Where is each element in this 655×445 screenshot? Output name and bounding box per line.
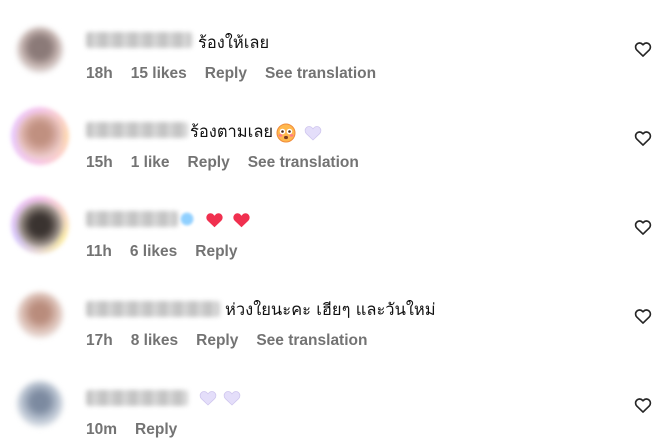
heart-outline-icon[interactable] xyxy=(633,395,653,415)
like-count[interactable]: 1 like xyxy=(131,154,170,172)
comment-text: ห่วงใยนะคะ เฮียๆ และวันใหม่ xyxy=(225,300,436,319)
comment-meta: 17h 8 likes Reply See translation xyxy=(86,332,385,350)
username-blurred[interactable] xyxy=(86,122,188,138)
heart-outline-icon[interactable] xyxy=(633,306,653,326)
comment-3: 11h 6 likes Reply xyxy=(0,178,655,267)
see-translation-link[interactable]: See translation xyxy=(256,332,367,350)
avatar[interactable] xyxy=(17,27,63,73)
red-heart-emoji xyxy=(206,213,223,228)
like-count[interactable]: 8 likes xyxy=(131,332,178,350)
comment-meta: 15h 1 like Reply See translation xyxy=(86,154,377,172)
username-blurred[interactable] xyxy=(86,390,188,406)
comment-time: 15h xyxy=(86,154,113,171)
reply-button[interactable]: Reply xyxy=(135,421,177,439)
like-count[interactable]: 6 likes xyxy=(130,243,177,261)
comment-text: ร้องตามเลย xyxy=(190,122,274,141)
comment-time: 18h xyxy=(86,65,113,82)
comment-meta: 10m Reply xyxy=(86,421,195,439)
comment-text: ร้องให้เลย xyxy=(198,33,270,52)
reply-button[interactable]: Reply xyxy=(188,154,230,172)
comment-text-line xyxy=(196,387,241,406)
white-heart-emoji xyxy=(304,126,322,141)
comment-time: 17h xyxy=(86,332,113,349)
avatar[interactable] xyxy=(17,113,63,159)
see-translation-link[interactable]: See translation xyxy=(265,65,376,83)
verified-badge-icon xyxy=(180,212,194,226)
username-blurred[interactable] xyxy=(86,211,178,227)
comment-text-line: ร้องตามเลย xyxy=(190,119,322,145)
comment-text-line xyxy=(202,209,251,228)
see-translation-link[interactable]: See translation xyxy=(248,154,359,172)
avatar[interactable] xyxy=(17,292,63,338)
comment-time: 11h xyxy=(86,243,112,260)
red-heart-emoji xyxy=(233,213,250,228)
comment-meta: 18h 15 likes Reply See translation xyxy=(86,65,394,83)
reply-button[interactable]: Reply xyxy=(195,243,237,261)
comment-2: ร้องตามเลย 15h 1 like Reply See translat… xyxy=(0,89,655,178)
comment-1: ร้องให้เลย 18h 15 likes Reply See transl… xyxy=(0,0,655,89)
white-heart-emoji xyxy=(223,391,241,406)
avatar[interactable] xyxy=(17,202,63,248)
reply-button[interactable]: Reply xyxy=(205,65,247,83)
avatar[interactable] xyxy=(17,381,63,427)
like-count[interactable]: 15 likes xyxy=(131,65,187,83)
reply-button[interactable]: Reply xyxy=(196,332,238,350)
username-blurred[interactable] xyxy=(86,301,220,317)
comment-4: ห่วงใยนะคะ เฮียๆ และวันใหม่ 17h 8 likes … xyxy=(0,267,655,356)
heart-outline-icon[interactable] xyxy=(633,39,653,59)
white-heart-emoji xyxy=(199,391,217,406)
heart-outline-icon[interactable] xyxy=(633,128,653,148)
heart-outline-icon[interactable] xyxy=(633,217,653,237)
comment-time: 10m xyxy=(86,421,118,438)
flushed-face-emoji xyxy=(276,123,296,142)
comment-5: 10m Reply xyxy=(0,356,655,445)
username-blurred[interactable] xyxy=(86,32,192,48)
comment-meta: 11h 6 likes Reply xyxy=(86,243,255,261)
